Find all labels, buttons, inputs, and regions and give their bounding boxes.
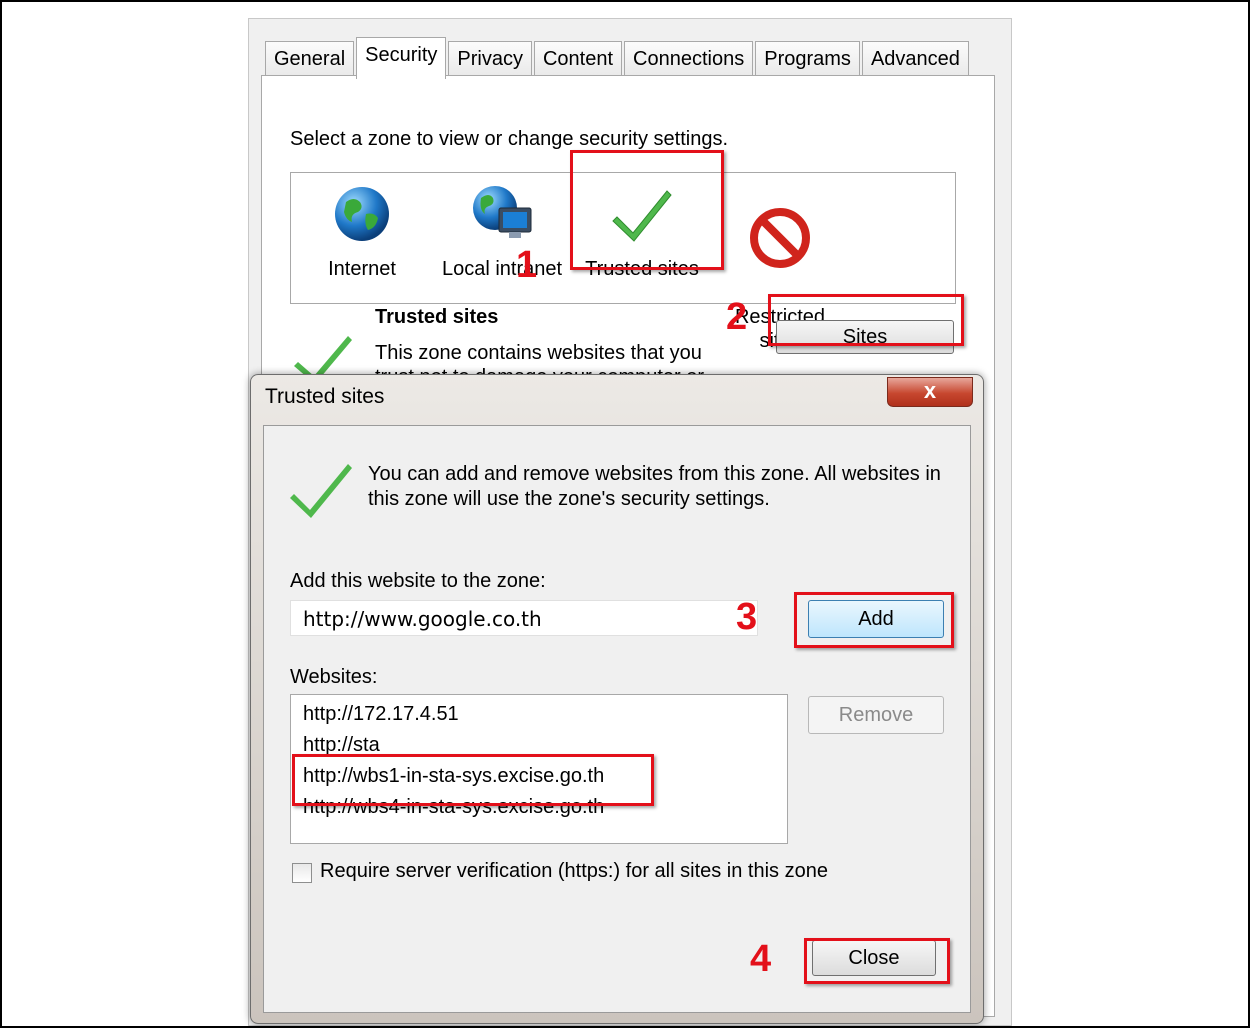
tab-privacy[interactable]: Privacy xyxy=(448,41,532,77)
intranet-icon xyxy=(473,186,532,238)
trusted-sites-dialog: Trusted sites x You can add and remove w… xyxy=(250,374,984,1024)
require-https-checkbox[interactable] xyxy=(292,863,312,883)
highlight-close-button xyxy=(804,938,950,984)
tab-strip: General Security Privacy Content Connect… xyxy=(265,37,969,79)
zone-local-intranet[interactable]: Local intranet xyxy=(427,179,577,281)
websites-label: Websites: xyxy=(290,666,378,688)
dialog-body: You can add and remove websites from thi… xyxy=(263,425,971,1013)
step-4-marker: 4 xyxy=(750,938,772,980)
highlight-website-entry xyxy=(292,754,654,806)
restricted-icon xyxy=(750,208,810,268)
tab-connections[interactable]: Connections xyxy=(624,41,754,77)
add-website-input[interactable]: http://www.google.co.th xyxy=(290,600,758,636)
tab-content[interactable]: Content xyxy=(533,41,623,77)
zone-internet[interactable]: Internet xyxy=(287,179,437,281)
globe-icon xyxy=(335,187,389,241)
website-item[interactable]: http://172.17.4.51 xyxy=(291,699,787,730)
tab-advanced[interactable]: Advanced xyxy=(861,41,969,77)
info-text: You can add and remove websites from thi… xyxy=(368,463,941,510)
close-icon[interactable]: x xyxy=(887,377,973,407)
add-website-label: Add this website to the zone: xyxy=(290,570,546,592)
tab-general[interactable]: General xyxy=(265,41,355,77)
dialog-title: Trusted sites xyxy=(265,385,385,408)
highlight-add-button xyxy=(794,592,954,648)
zone-prompt: Select a zone to view or change security… xyxy=(290,128,729,150)
zone-local-intranet-label: Local intranet xyxy=(441,258,563,280)
highlight-sites-button xyxy=(768,294,964,346)
zone-title: Trusted sites xyxy=(375,306,499,328)
highlight-trusted-sites-zone xyxy=(570,150,724,270)
tab-security[interactable]: Security xyxy=(356,37,447,79)
require-https-label: Require server verification (https:) for… xyxy=(320,860,828,882)
zone-description-line1: This zone contains websites that you xyxy=(375,342,702,364)
step-3-marker: 3 xyxy=(736,596,758,638)
info-checkmark-icon xyxy=(290,464,352,518)
tab-programs[interactable]: Programs xyxy=(755,41,860,77)
step-2-marker: 2 xyxy=(726,296,748,338)
remove-button[interactable]: Remove xyxy=(808,696,944,734)
step-1-marker: 1 xyxy=(516,244,538,286)
zone-internet-label: Internet xyxy=(328,258,396,280)
